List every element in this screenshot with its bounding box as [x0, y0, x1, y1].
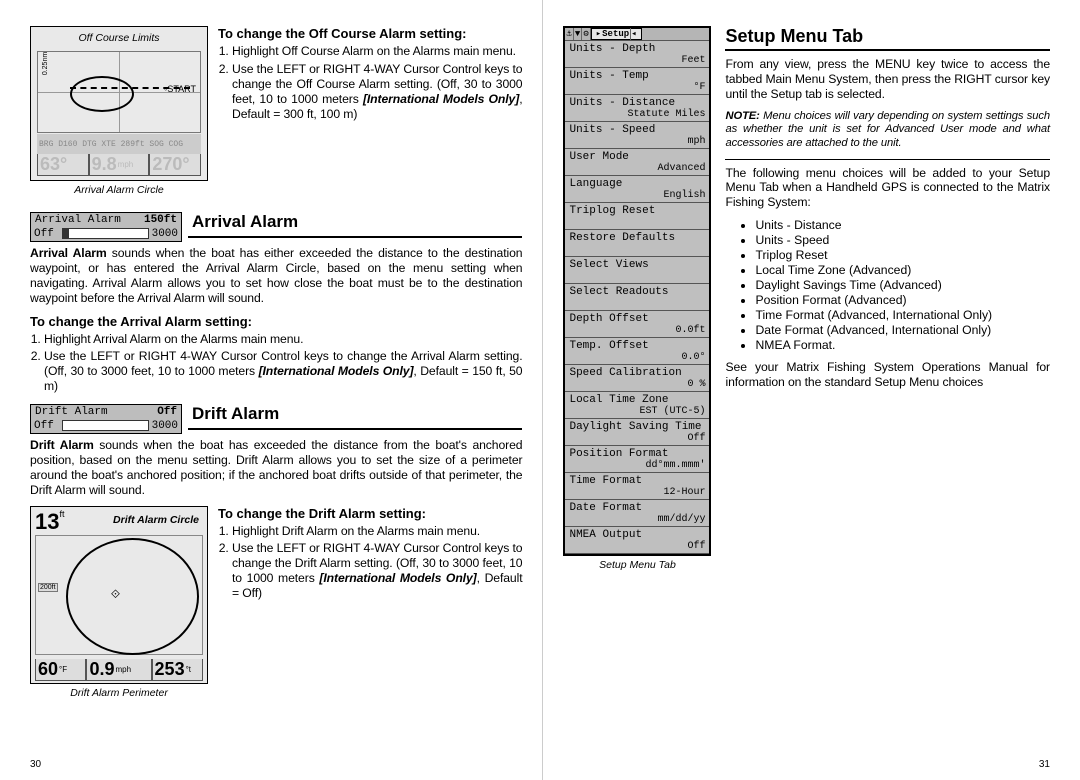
setup-row: Depth Offset0.0ft [565, 311, 709, 338]
offcourse-subhead: To change the Off Course Alarm setting: [218, 26, 522, 41]
setup-row: Speed Calibration0 % [565, 365, 709, 392]
drift-title: Drift Alarm [192, 404, 279, 424]
setup-bullet: Position Format (Advanced) [755, 293, 1050, 307]
drift-figure: 13ft Drift Alarm Circle 200ft ⟐ 60°F 0.9… [30, 506, 208, 699]
drift-step2: Use the LEFT or RIGHT 4-WAY Cursor Contr… [232, 541, 522, 601]
arrival-step2: Use the LEFT or RIGHT 4-WAY Cursor Contr… [44, 349, 522, 394]
setup-row: Restore Defaults [565, 230, 709, 257]
setup-row: Triplog Reset [565, 203, 709, 230]
arrival-widget: Arrival Alarm150ft Off3000 [30, 212, 182, 242]
setup-row: Temp. Offset0.0° [565, 338, 709, 365]
setup-row: Local Time ZoneEST (UTC-5) [565, 392, 709, 419]
setup-p1: From any view, press the MENU key twice … [725, 57, 1050, 102]
setup-row: LanguageEnglish [565, 176, 709, 203]
page-number-left: 30 [30, 759, 41, 770]
drift-widget: Drift AlarmOff Off3000 [30, 404, 182, 434]
setup-bullet: Local Time Zone (Advanced) [755, 263, 1050, 277]
setup-row: Units - Speedmph [565, 122, 709, 149]
offcourse-step2: Use the LEFT or RIGHT 4-WAY Cursor Contr… [232, 62, 522, 122]
setup-title: Setup Menu Tab [725, 26, 863, 47]
setup-row: Time Format12-Hour [565, 473, 709, 500]
setup-bullet: Daylight Savings Time (Advanced) [755, 278, 1050, 292]
setup-bullet: NMEA Format. [755, 338, 1050, 352]
offcourse-label-bot: Arrival Alarm Circle [30, 184, 208, 196]
setup-bullets: Units - DistanceUnits - SpeedTriplog Res… [755, 218, 1050, 352]
drift-para: Drift Alarm sounds when the boat has exc… [30, 438, 522, 498]
offcourse-step1: Highlight Off Course Alarm on the Alarms… [232, 44, 522, 59]
setup-row: Position Formatdd°mm.mmm' [565, 446, 709, 473]
arrival-step1: Highlight Arrival Alarm on the Alarms ma… [44, 332, 522, 347]
setup-note: NOTE: Menu choices will vary depending o… [725, 110, 1050, 151]
drift-label-bot: Drift Alarm Perimeter [30, 687, 208, 699]
setup-row: User ModeAdvanced [565, 149, 709, 176]
drift-step1: Highlight Drift Alarm on the Alarms main… [232, 524, 522, 539]
setup-row: Select Views [565, 257, 709, 284]
page-number-right: 31 [1039, 759, 1050, 770]
arrival-subhead: To change the Arrival Alarm setting: [30, 314, 522, 329]
offcourse-label-top: Off Course Limits [31, 32, 207, 44]
setup-row: NMEA OutputOff [565, 527, 709, 554]
setup-menu-figure: ⚓▼⚙▸Setup◂ Units - DepthFeetUnits - Temp… [563, 26, 711, 571]
setup-row: Select Readouts [565, 284, 709, 311]
setup-bullet: Time Format (Advanced, International Onl… [755, 308, 1050, 322]
setup-row: Units - DepthFeet [565, 41, 709, 68]
setup-bullet: Triplog Reset [755, 248, 1050, 262]
setup-row: Date Formatmm/dd/yy [565, 500, 709, 527]
setup-p2: The following menu choices will be added… [725, 166, 1050, 211]
offcourse-figure: Off Course Limits ◦START 0.25nm BRG D160… [30, 26, 208, 196]
setup-caption: Setup Menu Tab [563, 559, 711, 571]
setup-row: Daylight Saving TimeOff [565, 419, 709, 446]
arrival-para: Arrival Alarm sounds when the boat has e… [30, 246, 522, 306]
arrival-title: Arrival Alarm [192, 212, 298, 232]
drift-subhead: To change the Drift Alarm setting: [218, 506, 522, 521]
setup-bullet: Date Format (Advanced, International Onl… [755, 323, 1050, 337]
setup-p3: See your Matrix Fishing System Operation… [725, 360, 1050, 390]
setup-bullet: Units - Distance [755, 218, 1050, 232]
setup-row: Units - Temp°F [565, 68, 709, 95]
setup-bullet: Units - Speed [755, 233, 1050, 247]
setup-row: Units - DistanceStatute Miles [565, 95, 709, 122]
